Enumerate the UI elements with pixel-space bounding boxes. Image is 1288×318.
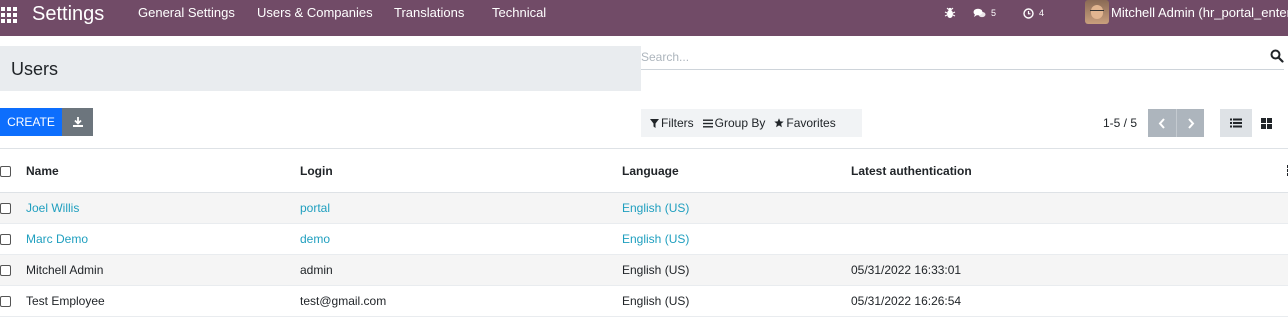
download-icon — [72, 117, 83, 127]
cell-language[interactable]: English (US) — [618, 254, 847, 286]
cell-language[interactable]: English (US) — [618, 192, 847, 224]
cell-latest-auth[interactable]: 05/31/2022 16:26:54 — [847, 285, 1288, 317]
search-icon[interactable] — [1270, 49, 1284, 63]
row-checkbox[interactable] — [0, 234, 11, 246]
pager-previous-button[interactable] — [1148, 109, 1176, 137]
comments-icon — [973, 8, 986, 17]
row-select-cell — [0, 254, 22, 286]
row-checkbox[interactable] — [0, 265, 11, 277]
app-title[interactable]: Settings — [32, 2, 104, 26]
row-select-cell — [0, 223, 22, 255]
menu-translations[interactable]: Translations — [394, 5, 464, 21]
row-checkbox[interactable] — [0, 203, 11, 215]
search-input[interactable] — [641, 47, 1251, 67]
debug-bug-icon[interactable] — [944, 5, 956, 21]
column-header-language[interactable]: Language — [618, 148, 847, 193]
filters-label: Filters — [661, 116, 694, 130]
activities-count-badge: 4 — [1039, 8, 1045, 18]
cell-latest-auth[interactable]: 05/31/2022 16:33:01 — [847, 254, 1288, 286]
user-menu-name[interactable]: Mitchell Admin (hr_portal_enter) — [1111, 5, 1288, 21]
select-all-cell — [0, 148, 22, 193]
filter-icon — [650, 118, 659, 128]
table-row[interactable]: Marc Demo demo English (US) — [0, 223, 1288, 255]
group-by-dropdown[interactable]: Group By — [702, 116, 766, 130]
cell-login[interactable]: test@gmail.com — [296, 285, 618, 317]
top-navbar: Settings General Settings Users & Compan… — [0, 0, 1288, 36]
clock-icon — [1023, 7, 1034, 19]
cell-language[interactable]: English (US) — [618, 223, 847, 255]
list-view-button[interactable] — [1220, 109, 1252, 137]
filters-dropdown[interactable]: Filters — [650, 116, 694, 130]
column-header-latest-auth-label: Latest authentication — [851, 163, 972, 178]
table-row[interactable]: Test Employee test@gmail.com English (US… — [0, 285, 1288, 317]
kanban-view-button[interactable] — [1252, 109, 1281, 137]
row-select-cell — [0, 285, 22, 317]
create-button[interactable]: CREATE — [0, 108, 62, 136]
cell-name[interactable]: Joel Willis — [22, 192, 296, 224]
pager-value[interactable]: 1-5 / 5 — [1103, 116, 1137, 130]
user-avatar[interactable] — [1085, 0, 1109, 24]
select-all-checkbox[interactable] — [0, 165, 11, 177]
table-row[interactable]: Joel Willis portal English (US) — [0, 192, 1288, 224]
group-by-label: Group By — [714, 116, 766, 130]
th-large-icon — [1261, 117, 1272, 129]
column-header-login[interactable]: Login — [296, 148, 618, 193]
favorites-dropdown[interactable]: Favorites — [774, 116, 836, 130]
favorites-label: Favorites — [786, 116, 836, 130]
messages-systray[interactable]: 5 — [973, 5, 996, 21]
cell-language[interactable]: English (US) — [618, 285, 847, 317]
row-select-cell — [0, 192, 22, 224]
chevron-right-icon — [1187, 117, 1194, 129]
cell-login[interactable]: demo — [296, 223, 618, 255]
page-title: Users — [11, 59, 59, 79]
users-list-table: Name Login Language Latest authenticatio… — [0, 148, 1288, 317]
menu-general-settings[interactable]: General Settings — [138, 5, 235, 21]
breadcrumb: Users — [0, 46, 641, 91]
menu-users-companies[interactable]: Users & Companies — [257, 5, 373, 21]
cell-latest-auth[interactable] — [847, 223, 1288, 255]
cell-latest-auth[interactable] — [847, 192, 1288, 224]
pager-next-button[interactable] — [1176, 109, 1204, 137]
search-options: Filters Group By Favorites — [641, 109, 862, 137]
row-checkbox[interactable] — [0, 296, 11, 308]
table-row[interactable]: Mitchell Admin admin English (US) 05/31/… — [0, 254, 1288, 286]
cell-name[interactable]: Test Employee — [22, 285, 296, 317]
bars-icon — [702, 119, 713, 127]
cell-name[interactable]: Mitchell Admin — [22, 254, 296, 286]
apps-menu-icon[interactable] — [1, 7, 17, 23]
export-button[interactable] — [62, 108, 93, 136]
cell-login[interactable]: admin — [296, 254, 618, 286]
list-icon — [1230, 118, 1242, 128]
cell-name[interactable]: Marc Demo — [22, 223, 296, 255]
menu-technical[interactable]: Technical — [492, 5, 546, 21]
search-bar — [641, 44, 1284, 70]
messages-count-badge: 5 — [991, 8, 997, 18]
column-header-name[interactable]: Name — [22, 148, 296, 193]
column-header-latest-auth[interactable]: Latest authentication — [847, 148, 1288, 193]
table-header-row: Name Login Language Latest authenticatio… — [0, 148, 1288, 193]
star-icon — [774, 118, 785, 128]
activities-systray[interactable]: 4 — [1023, 5, 1044, 21]
chevron-left-icon — [1158, 117, 1165, 129]
cell-login[interactable]: portal — [296, 192, 618, 224]
